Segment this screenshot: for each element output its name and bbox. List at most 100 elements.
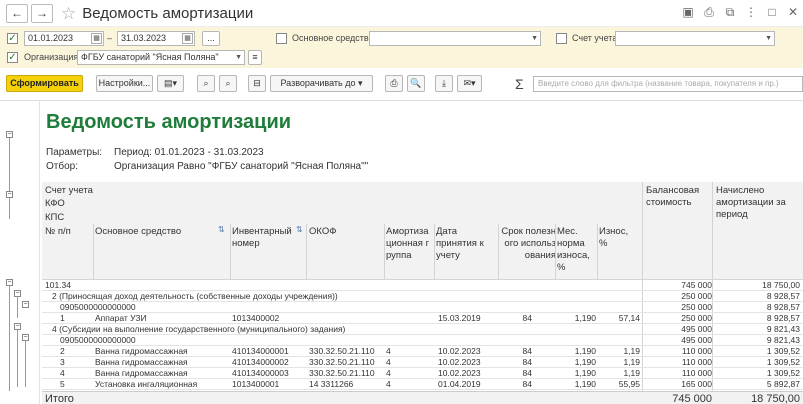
- group-toggle-button[interactable]: ⊟: [248, 75, 266, 92]
- col-accrued: Начислено амортизации за период: [716, 185, 786, 220]
- row-date: 10.02.2023: [438, 357, 481, 367]
- variants-icon: ▤▾: [163, 78, 178, 88]
- row-balance: 110 000: [681, 357, 712, 367]
- close-icon[interactable]: ✕: [787, 5, 799, 20]
- asset-checkbox[interactable]: ✓: [276, 33, 287, 44]
- favorite-star-icon[interactable]: ☆: [61, 5, 76, 22]
- row-asset: Ванна гидромассажная: [95, 346, 188, 356]
- period-end-value: 31.03.2023: [121, 33, 167, 43]
- col-amort-group: Амортизационная группа: [386, 226, 430, 261]
- row-term: 84: [522, 379, 532, 389]
- sum-icon[interactable]: Σ: [515, 76, 524, 92]
- row-balance: 495 000: [681, 324, 712, 334]
- dropdown-arrow-icon[interactable]: ▼: [235, 51, 242, 64]
- row-group: 4: [386, 379, 391, 389]
- account-label: Счет учета:: [572, 33, 620, 43]
- row-date: 01.04.2019: [438, 379, 481, 389]
- maximize-icon[interactable]: □: [766, 5, 778, 20]
- filter-search-input[interactable]: Введите слово для фильтра (название това…: [533, 76, 803, 92]
- preview-button[interactable]: 🔍: [407, 75, 425, 92]
- row-accrued: 9 821,43: [766, 335, 800, 345]
- period-checkbox[interactable]: ✓: [7, 33, 18, 44]
- find-button[interactable]: ⌕: [197, 75, 215, 92]
- print-icon[interactable]: ⎙: [703, 5, 715, 20]
- settings-button[interactable]: Настройки...: [96, 75, 153, 92]
- forward-button[interactable]: →: [31, 3, 53, 23]
- row-accrued: 1 309,52: [766, 346, 800, 356]
- org-checkbox[interactable]: ✓: [7, 52, 18, 63]
- group-line: [9, 195, 10, 219]
- table-row[interactable]: 4 (Субсидии на выполнение государственно…: [42, 324, 803, 335]
- expand-to-button[interactable]: Разворачивать до ▾: [270, 75, 373, 92]
- account-checkbox[interactable]: ✓: [556, 33, 567, 44]
- row-balance: 745 000: [681, 280, 712, 290]
- table-row[interactable]: 0905000000000000 495 000 9 821,43: [42, 335, 803, 346]
- link-icon[interactable]: ⧉: [724, 5, 736, 20]
- row-term: 84: [522, 368, 532, 378]
- total-balance: 745 000: [672, 393, 712, 404]
- print-button[interactable]: ⎙: [385, 75, 403, 92]
- calendar-icon[interactable]: ▦: [91, 33, 102, 44]
- table-row[interactable]: 4 Ванна гидромассажная 410134000003 330.…: [42, 368, 803, 379]
- dropdown-arrow-icon[interactable]: ▼: [765, 32, 772, 45]
- period-select-button[interactable]: ...: [202, 31, 220, 46]
- filter-panel: ✓ 01.01.2023 ▦ – 31.03.2023 ▦ ... ✓ Осно…: [0, 27, 803, 68]
- row-accrued: 8 928,57: [766, 302, 800, 312]
- row-accrued: 5 892,87: [766, 379, 800, 389]
- col-account: Счет учета: [45, 185, 93, 196]
- col-asset: Основное средство: [95, 226, 182, 237]
- account-field[interactable]: ▼: [615, 31, 775, 46]
- table-row[interactable]: 2 Ванна гидромассажная 410134000001 330.…: [42, 346, 803, 357]
- row-asset: Ванна гидромассажная: [95, 368, 188, 378]
- collapse-icon[interactable]: −: [22, 301, 29, 308]
- table-row[interactable]: 5 Установка ингаляционная 1013400001 14 …: [42, 379, 803, 390]
- sort-icon[interactable]: ⇅: [218, 224, 225, 236]
- save-report-button[interactable]: ⤓: [435, 75, 453, 92]
- period-start-field[interactable]: 01.01.2023 ▦: [24, 31, 104, 46]
- window-controls: ▣ ⎙ ⧉ ⋮ □ ✕: [682, 5, 799, 20]
- row-monthly: 1,190: [574, 368, 596, 378]
- title-bar: ← → ☆ Ведомость амортизации ▣ ⎙ ⧉ ⋮ □ ✕: [0, 0, 803, 27]
- col-num: № п/п: [45, 226, 71, 237]
- back-button[interactable]: ←: [6, 3, 28, 23]
- grid-line: [306, 224, 307, 280]
- calendar-icon[interactable]: ▦: [182, 33, 193, 44]
- org-field[interactable]: ФГБУ санаторий "Ясная Поляна" ▼: [77, 50, 245, 65]
- row-num: 5: [60, 379, 65, 389]
- row-wear: 1,19: [623, 346, 640, 356]
- table-row[interactable]: 2 (Приносящая доход деятельность (собств…: [42, 291, 803, 302]
- report-title: Ведомость амортизации: [46, 111, 292, 133]
- toolbar: Сформировать Настройки... ▤▾ ⌕ ⌕ ⊟ Разво…: [0, 68, 803, 100]
- email-button[interactable]: ✉▾: [457, 75, 482, 92]
- row-num: 1: [60, 313, 65, 323]
- row-asset: Ванна гидромассажная: [95, 357, 188, 367]
- sort-icon[interactable]: ⇅: [296, 224, 303, 236]
- row-wear: 55,95: [618, 379, 640, 389]
- row-okof: 330.32.50.21.110: [309, 357, 375, 367]
- collapse-icon[interactable]: −: [6, 131, 13, 138]
- table-row[interactable]: 3 Ванна гидромассажная 410134000002 330.…: [42, 357, 803, 368]
- row-date: 10.02.2023: [438, 346, 481, 356]
- org-label: Организация:: [24, 52, 81, 62]
- col-kps: КПС: [45, 212, 65, 223]
- table-row[interactable]: 101.34 745 000 18 750,00: [42, 280, 803, 291]
- find-next-button[interactable]: ⌕: [219, 75, 237, 92]
- row-inv: 410134000001: [232, 346, 289, 356]
- row-balance: 165 000: [681, 379, 712, 389]
- row-label: 4 (Субсидии на выполнение государственно…: [52, 324, 346, 334]
- table-row[interactable]: 1 Аппарат УЗИ 1013400002 15.03.2019 84 1…: [42, 313, 803, 324]
- org-open-button[interactable]: ≡: [248, 50, 262, 65]
- grid-line: [498, 224, 499, 280]
- col-okof: ОКОФ: [309, 226, 337, 237]
- more-icon[interactable]: ⋮: [745, 5, 757, 20]
- collapse-icon[interactable]: −: [6, 191, 13, 198]
- variants-button[interactable]: ▤▾: [157, 75, 184, 92]
- row-label: 0905000000000000: [60, 335, 136, 345]
- table-row[interactable]: 0905000000000000 250 000 8 928,57: [42, 302, 803, 313]
- save-icon[interactable]: ▣: [682, 5, 694, 20]
- period-end-field[interactable]: 31.03.2023 ▦: [117, 31, 195, 46]
- dropdown-arrow-icon[interactable]: ▼: [531, 32, 538, 45]
- generate-button[interactable]: Сформировать: [6, 75, 83, 92]
- tree-icon: ⊟: [253, 78, 261, 88]
- asset-field[interactable]: ▼: [369, 31, 541, 46]
